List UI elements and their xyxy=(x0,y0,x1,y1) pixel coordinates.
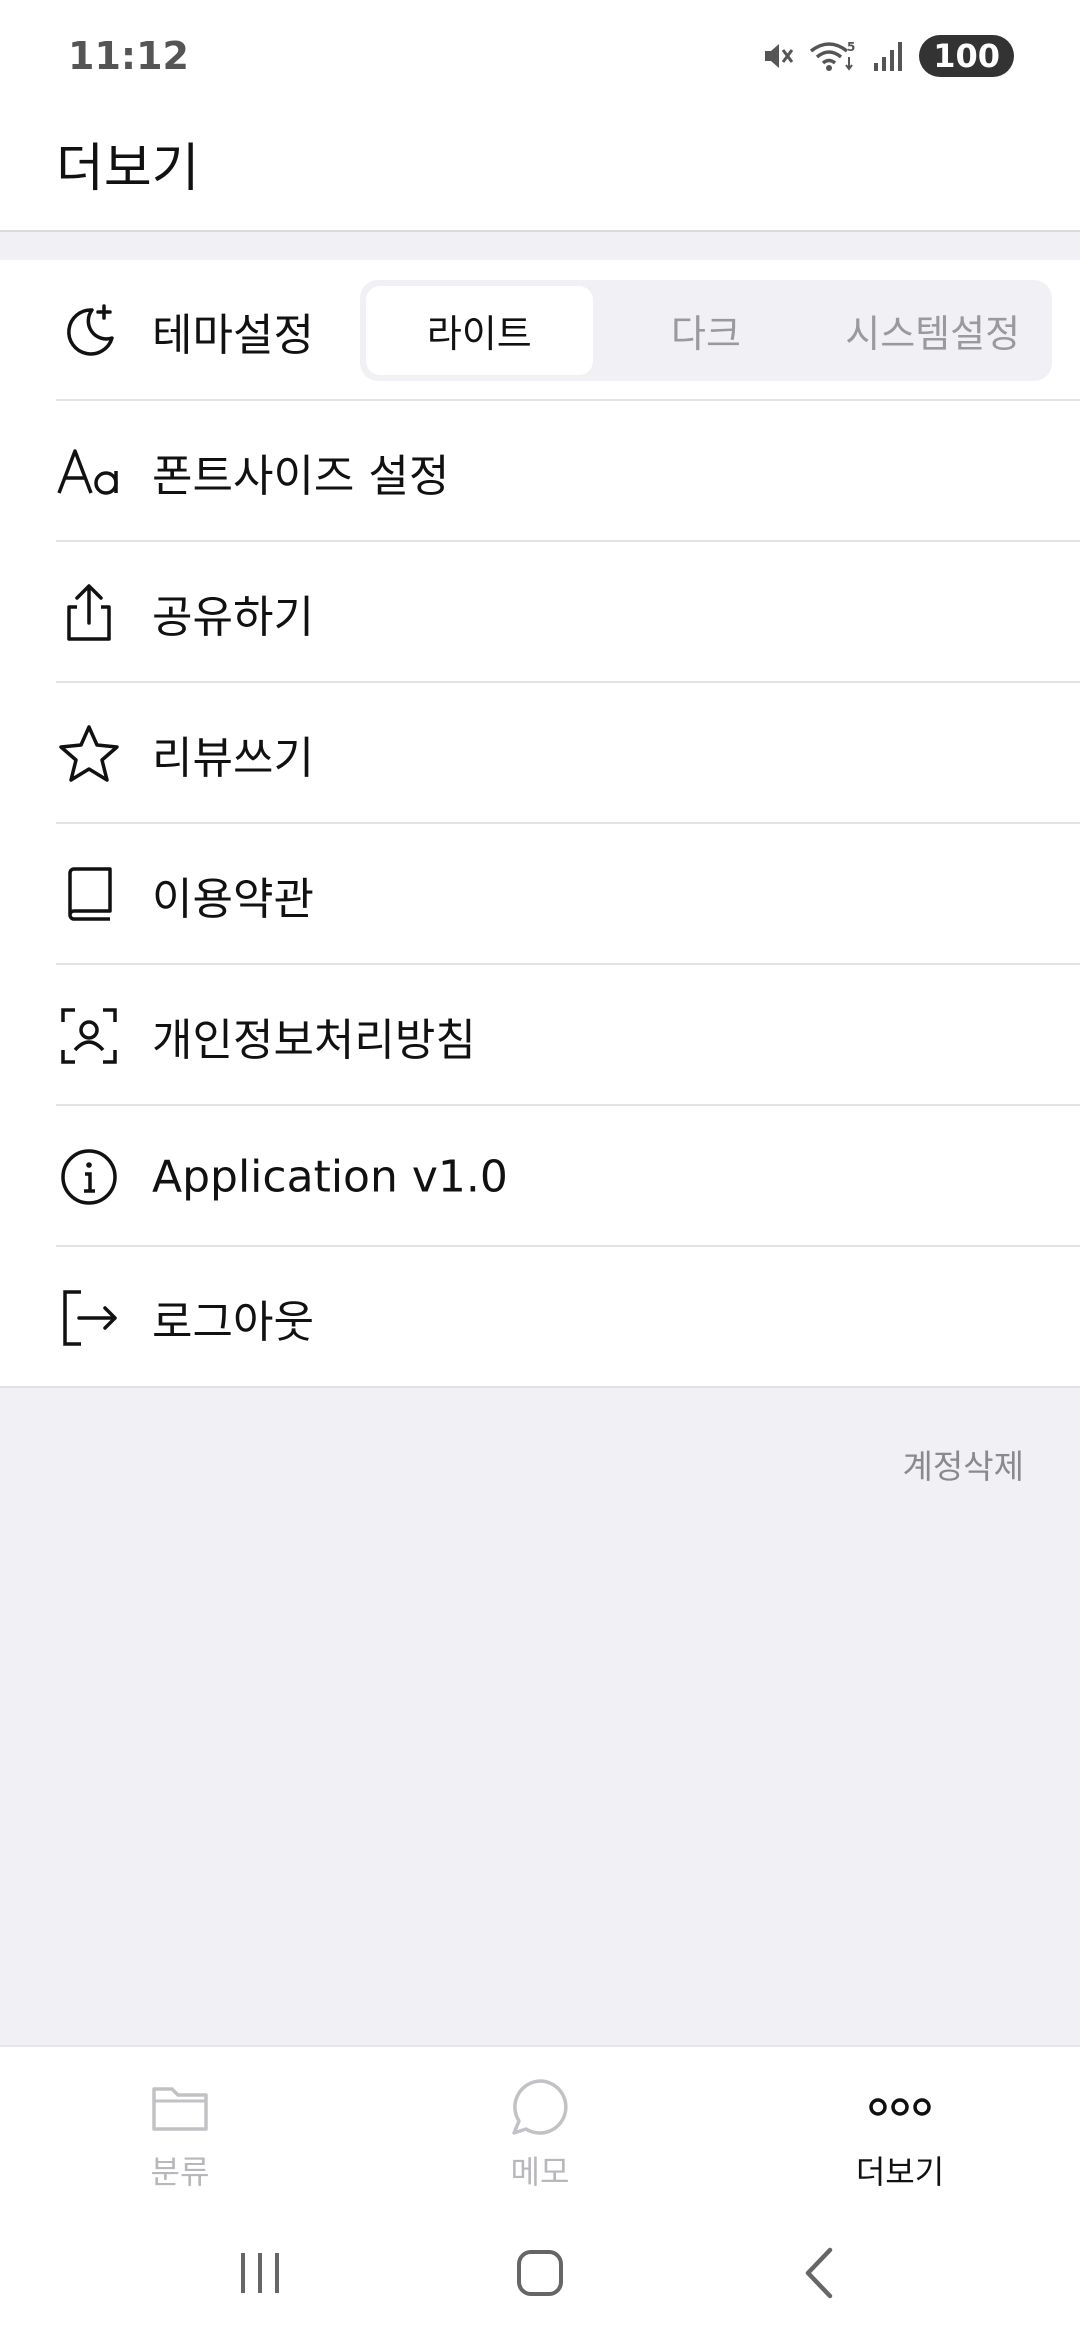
status-icons: 5 100 xyxy=(761,35,1014,77)
star-icon xyxy=(56,721,122,787)
logout-icon xyxy=(56,1285,122,1351)
content-background: 계정삭제 xyxy=(0,1388,1080,2045)
nav-label-category: 분류 xyxy=(150,2153,210,2191)
font-size-icon xyxy=(56,439,122,505)
theme-segmented-control: 라이트 다크 시스템설정 xyxy=(360,280,1052,381)
home-icon[interactable] xyxy=(495,2228,585,2318)
share-label: 공유하기 xyxy=(152,591,314,643)
back-icon[interactable] xyxy=(775,2228,865,2318)
nav-label-memo: 메모 xyxy=(510,2153,570,2191)
theme-option-system[interactable]: 시스템설정 xyxy=(819,286,1046,375)
app-version-label: Application v1.0 xyxy=(152,1151,508,1202)
person-scan-icon xyxy=(56,1003,122,1069)
wifi-icon: 5 xyxy=(809,39,857,73)
status-time: 11:12 xyxy=(68,34,189,78)
info-icon xyxy=(56,1144,122,1210)
chat-bubble-icon xyxy=(508,2075,572,2139)
font-size-row[interactable]: 폰트사이즈 설정 xyxy=(0,401,1080,542)
font-size-label: 폰트사이즈 설정 xyxy=(152,450,450,502)
nav-tab-more[interactable]: 더보기 xyxy=(720,2047,1080,2205)
review-label: 리뷰쓰기 xyxy=(152,732,314,784)
bottom-navigation: 분류 메모 더보기 xyxy=(0,2045,1080,2205)
settings-menu: 테마설정 라이트 다크 시스템설정 폰트사이즈 설정 공유하기 리뷰쓰기 이용약… xyxy=(0,260,1080,1388)
theme-option-light[interactable]: 라이트 xyxy=(366,286,593,375)
folder-icon xyxy=(148,2075,212,2139)
app-version-row[interactable]: Application v1.0 xyxy=(0,1106,1080,1247)
moon-star-icon xyxy=(56,298,122,364)
logout-row[interactable]: 로그아웃 xyxy=(0,1247,1080,1388)
section-gap xyxy=(0,232,1080,260)
more-dots-icon xyxy=(868,2075,932,2139)
recent-apps-icon[interactable] xyxy=(215,2228,305,2318)
svg-text:5: 5 xyxy=(847,40,855,54)
share-icon xyxy=(56,580,122,646)
book-icon xyxy=(56,862,122,928)
header: 더보기 xyxy=(0,112,1080,230)
terms-row[interactable]: 이용약관 xyxy=(0,824,1080,965)
review-row[interactable]: 리뷰쓰기 xyxy=(0,683,1080,824)
theme-option-dark[interactable]: 다크 xyxy=(593,286,820,375)
share-row[interactable]: 공유하기 xyxy=(0,542,1080,683)
system-navigation-bar xyxy=(0,2205,1080,2340)
theme-setting-row: 테마설정 라이트 다크 시스템설정 xyxy=(0,260,1080,401)
status-bar: 11:12 5 100 xyxy=(0,0,1080,112)
privacy-label: 개인정보처리방침 xyxy=(152,1014,476,1066)
logout-label: 로그아웃 xyxy=(152,1296,314,1348)
nav-tab-memo[interactable]: 메모 xyxy=(360,2047,720,2205)
terms-label: 이용약관 xyxy=(152,873,314,925)
more-screen: 11:12 5 100 더보기 테마설정 라이트 다크 시스템설정 폰트사이즈 … xyxy=(0,0,1080,2340)
theme-label: 테마설정 xyxy=(152,309,314,361)
mute-icon xyxy=(761,39,795,73)
battery-icon: 100 xyxy=(919,35,1014,77)
delete-account-link[interactable]: 계정삭제 xyxy=(903,1440,1024,1488)
nav-label-more: 더보기 xyxy=(855,2153,945,2191)
page-title: 더보기 xyxy=(56,139,200,199)
privacy-row[interactable]: 개인정보처리방침 xyxy=(0,965,1080,1106)
signal-icon xyxy=(871,39,905,73)
nav-tab-category[interactable]: 분류 xyxy=(0,2047,360,2205)
